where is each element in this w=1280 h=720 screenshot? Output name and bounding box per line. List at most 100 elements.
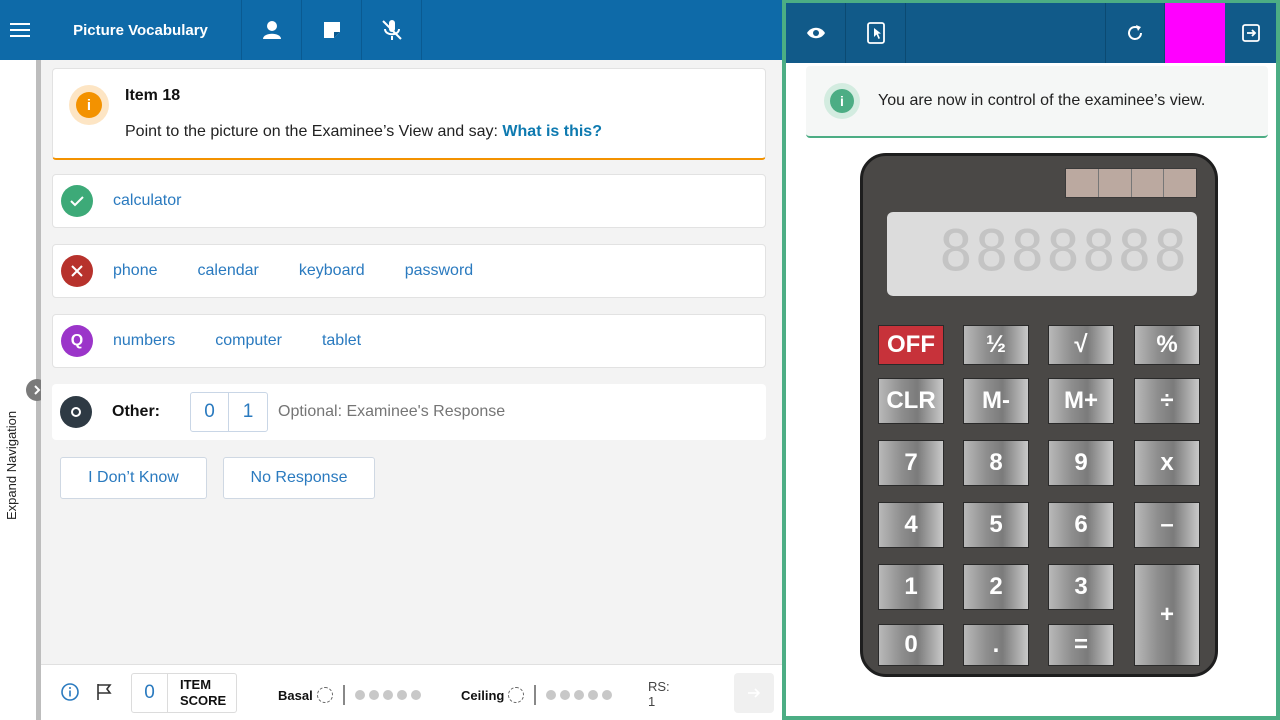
- response-computer[interactable]: computer: [215, 332, 282, 350]
- question-text: What is this?: [502, 123, 602, 140]
- calc-key-half: ½: [963, 325, 1029, 365]
- examinee-view-panel: i You are now in control of the examinee…: [782, 0, 1280, 720]
- info-icon: i: [824, 83, 860, 119]
- calc-key-multiply: x: [1134, 440, 1200, 486]
- calc-key-decimal: .: [963, 624, 1029, 666]
- other-score-toggle: 0 1: [190, 392, 268, 432]
- calculator-image[interactable]: 8888888 OFF ½ √ % CLR M- M+ ÷ 7 8 9 x 4 …: [860, 153, 1218, 677]
- calc-key-mplus: M+: [1048, 378, 1114, 424]
- examinee-info-button[interactable]: [242, 0, 302, 60]
- calc-key-percent: %: [1134, 325, 1200, 365]
- query-responses-row: Q numbers computer tablet: [52, 314, 766, 368]
- response-numbers[interactable]: numbers: [113, 332, 175, 350]
- calc-key-clr: CLR: [878, 378, 944, 424]
- calc-key-minus: –: [1134, 502, 1200, 548]
- response-tablet[interactable]: tablet: [322, 332, 361, 350]
- calculator-display-digits: 8888888: [938, 219, 1189, 284]
- examinee-toolbar: [786, 3, 1276, 63]
- other-label: Other:: [112, 403, 160, 420]
- flag-icon[interactable]: [95, 683, 113, 706]
- next-button[interactable]: [734, 673, 774, 713]
- calc-key-mminus: M-: [963, 378, 1029, 424]
- response-password[interactable]: password: [405, 262, 473, 280]
- expand-navigation-label[interactable]: Expand Navigation: [4, 411, 19, 520]
- info-icon: i: [69, 85, 109, 125]
- mic-off-icon: [381, 20, 402, 40]
- basal-status-icon: [316, 687, 333, 703]
- score-0-button[interactable]: 0: [191, 393, 229, 431]
- hamburger-icon: [10, 23, 30, 37]
- calc-key-4: 4: [878, 502, 944, 548]
- basal-dot: [382, 690, 393, 700]
- basal-label: Basal: [278, 687, 313, 703]
- item-instruction: Point to the picture on the Examinee’s V…: [125, 123, 602, 141]
- response-calendar[interactable]: calendar: [198, 262, 259, 280]
- control-notice-text: You are now in control of the examinee’s…: [878, 92, 1206, 109]
- exit-icon: [1241, 24, 1260, 42]
- item-prompt-card: i Item 18 Point to the picture on the Ex…: [52, 68, 766, 160]
- basal-dot: [354, 690, 365, 700]
- item-score-value: 0: [132, 674, 168, 712]
- refresh-button[interactable]: [1105, 3, 1165, 63]
- refresh-icon: [1128, 25, 1142, 40]
- response-phone[interactable]: phone: [113, 262, 158, 280]
- no-response-button[interactable]: No Response: [223, 457, 375, 499]
- calc-key-sqrt: √: [1048, 325, 1114, 365]
- incorrect-responses-row: phone calendar keyboard password: [52, 244, 766, 298]
- calculator-display: 8888888: [887, 212, 1197, 296]
- view-button[interactable]: [786, 3, 846, 63]
- examiner-panel: i Item 18 Point to the picture on the Ex…: [41, 60, 782, 664]
- ceiling-dot: [602, 690, 613, 700]
- raw-score: RS: 1: [648, 679, 670, 709]
- basal-dot: [410, 690, 421, 700]
- calc-key-3: 3: [1048, 564, 1114, 610]
- response-calculator[interactable]: calculator: [113, 192, 181, 210]
- item-score-box: 0 ITEM SCORE: [131, 673, 237, 713]
- ceiling-label: Ceiling: [461, 687, 505, 703]
- divider: [534, 685, 537, 705]
- menu-button[interactable]: [0, 0, 40, 60]
- item-score-label-1: ITEM: [180, 677, 212, 692]
- calc-key-1: 1: [878, 564, 944, 610]
- item-title: Item 18: [125, 87, 181, 104]
- arrow-right-icon: [748, 688, 761, 698]
- score-1-button[interactable]: 1: [229, 393, 267, 431]
- calc-key-6: 6: [1048, 502, 1114, 548]
- item-score-label-2: SCORE: [180, 693, 227, 708]
- item-score-label: ITEM SCORE: [168, 677, 226, 709]
- other-icon: [60, 396, 92, 428]
- mic-off-button[interactable]: [362, 0, 422, 60]
- notes-button[interactable]: [302, 0, 362, 60]
- eye-icon: [806, 27, 825, 39]
- ceiling-status-icon: [508, 687, 525, 703]
- solar-panel: [1065, 168, 1197, 198]
- calc-key-off: OFF: [878, 325, 944, 365]
- rs-value: 1: [648, 694, 656, 709]
- response-keyboard[interactable]: keyboard: [299, 262, 365, 280]
- touch-control-button[interactable]: [846, 3, 906, 63]
- basal-dot: [396, 690, 407, 700]
- check-icon: [61, 185, 93, 217]
- x-icon: [61, 255, 93, 287]
- ceiling-dot: [588, 690, 599, 700]
- footer-bar: 0 ITEM SCORE Basal Ceiling RS: 1: [41, 664, 782, 720]
- calc-key-equals: =: [1048, 624, 1114, 666]
- calc-key-0: 0: [878, 624, 944, 666]
- divider: [342, 685, 345, 705]
- basal-dot: [368, 690, 379, 700]
- calc-key-divide: ÷: [1134, 378, 1200, 424]
- rs-label: RS:: [648, 679, 670, 694]
- info-icon[interactable]: [61, 683, 79, 706]
- ceiling-dot: [546, 690, 557, 700]
- instruction-text: Point to the picture on the Examinee’s V…: [125, 123, 503, 140]
- app-title: Picture Vocabulary: [40, 0, 242, 60]
- dont-know-button[interactable]: I Don’t Know: [60, 457, 207, 499]
- basal-indicator: Basal: [278, 685, 425, 705]
- ceiling-indicator: Ceiling: [461, 685, 616, 705]
- other-response-input[interactable]: [278, 403, 538, 421]
- person-icon: [262, 21, 281, 39]
- calc-key-5: 5: [963, 502, 1029, 548]
- highlight-block: [1165, 3, 1225, 63]
- exit-button[interactable]: [1225, 3, 1276, 63]
- note-icon: [323, 22, 340, 38]
